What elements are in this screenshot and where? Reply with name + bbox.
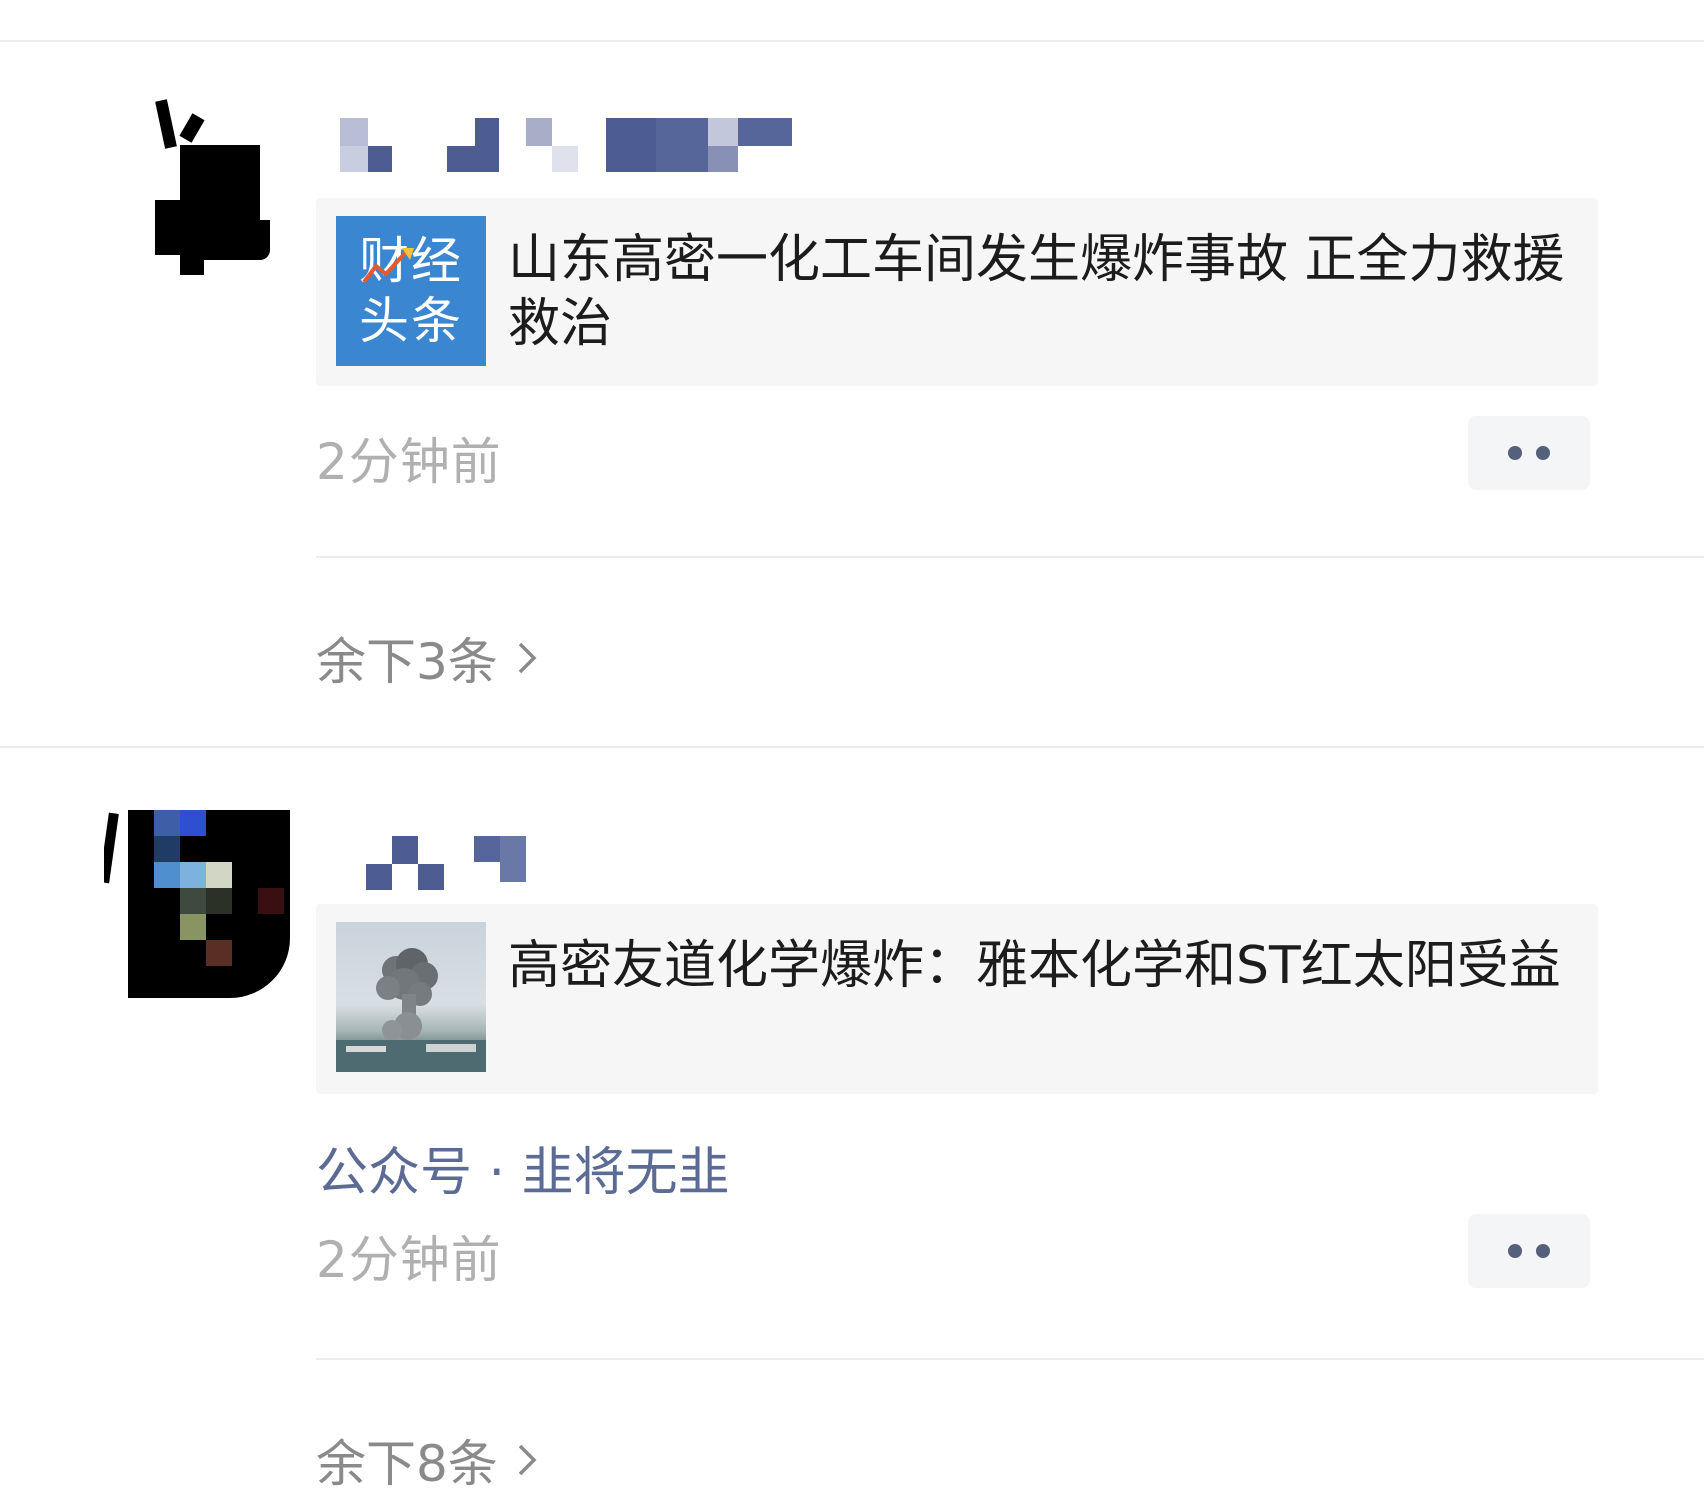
more-dots-icon	[1508, 1244, 1522, 1258]
link-card-title: 高密友道化学爆炸：雅本化学和ST红太阳受益	[508, 936, 1561, 996]
chevron-right-icon	[518, 642, 537, 674]
logo-text-line2: 头条	[359, 292, 463, 350]
chevron-right-icon	[518, 1444, 537, 1476]
caijing-toutiao-logo: 财经 头条	[336, 216, 486, 366]
comment-divider	[316, 556, 1704, 558]
post-timestamp: 2分钟前	[316, 1231, 502, 1289]
more-dots-icon-dot	[1536, 1244, 1550, 1258]
remaining-posts-link[interactable]: 余下3条	[316, 622, 538, 694]
more-actions-button[interactable]	[1468, 416, 1590, 490]
link-card-post-1[interactable]: 财经 头条 山东高密一化工车间发生爆炸事故 正全力救援救治	[316, 198, 1598, 386]
more-dots-icon-dot	[1536, 446, 1550, 460]
remaining-posts-label: 余下3条	[316, 633, 498, 691]
more-actions-button[interactable]	[1468, 1214, 1590, 1288]
comment-divider	[316, 1358, 1704, 1360]
more-dots-icon	[1508, 446, 1522, 460]
section-divider	[0, 746, 1704, 748]
avatar-post-2[interactable]	[104, 808, 290, 998]
explosion-photo-thumbnail	[336, 922, 486, 1072]
post-timestamp: 2分钟前	[316, 433, 502, 491]
username-post-1[interactable]	[340, 118, 795, 174]
official-account-source-link[interactable]: 公众号 · 韭将无韭	[316, 1130, 730, 1205]
remaining-posts-label: 余下8条	[316, 1435, 498, 1493]
link-card-title: 山东高密一化工车间发生爆炸事故 正全力救援救治	[508, 230, 1565, 354]
top-divider	[0, 40, 1704, 42]
remaining-posts-link[interactable]: 余下8条	[316, 1424, 538, 1496]
username-post-2[interactable]	[366, 836, 541, 892]
link-card-post-2[interactable]: 高密友道化学爆炸：雅本化学和ST红太阳受益	[316, 904, 1598, 1094]
smoke-cloud-icon	[336, 948, 486, 1072]
avatar-post-1[interactable]	[150, 95, 280, 280]
trend-arrow-icon	[362, 248, 414, 284]
